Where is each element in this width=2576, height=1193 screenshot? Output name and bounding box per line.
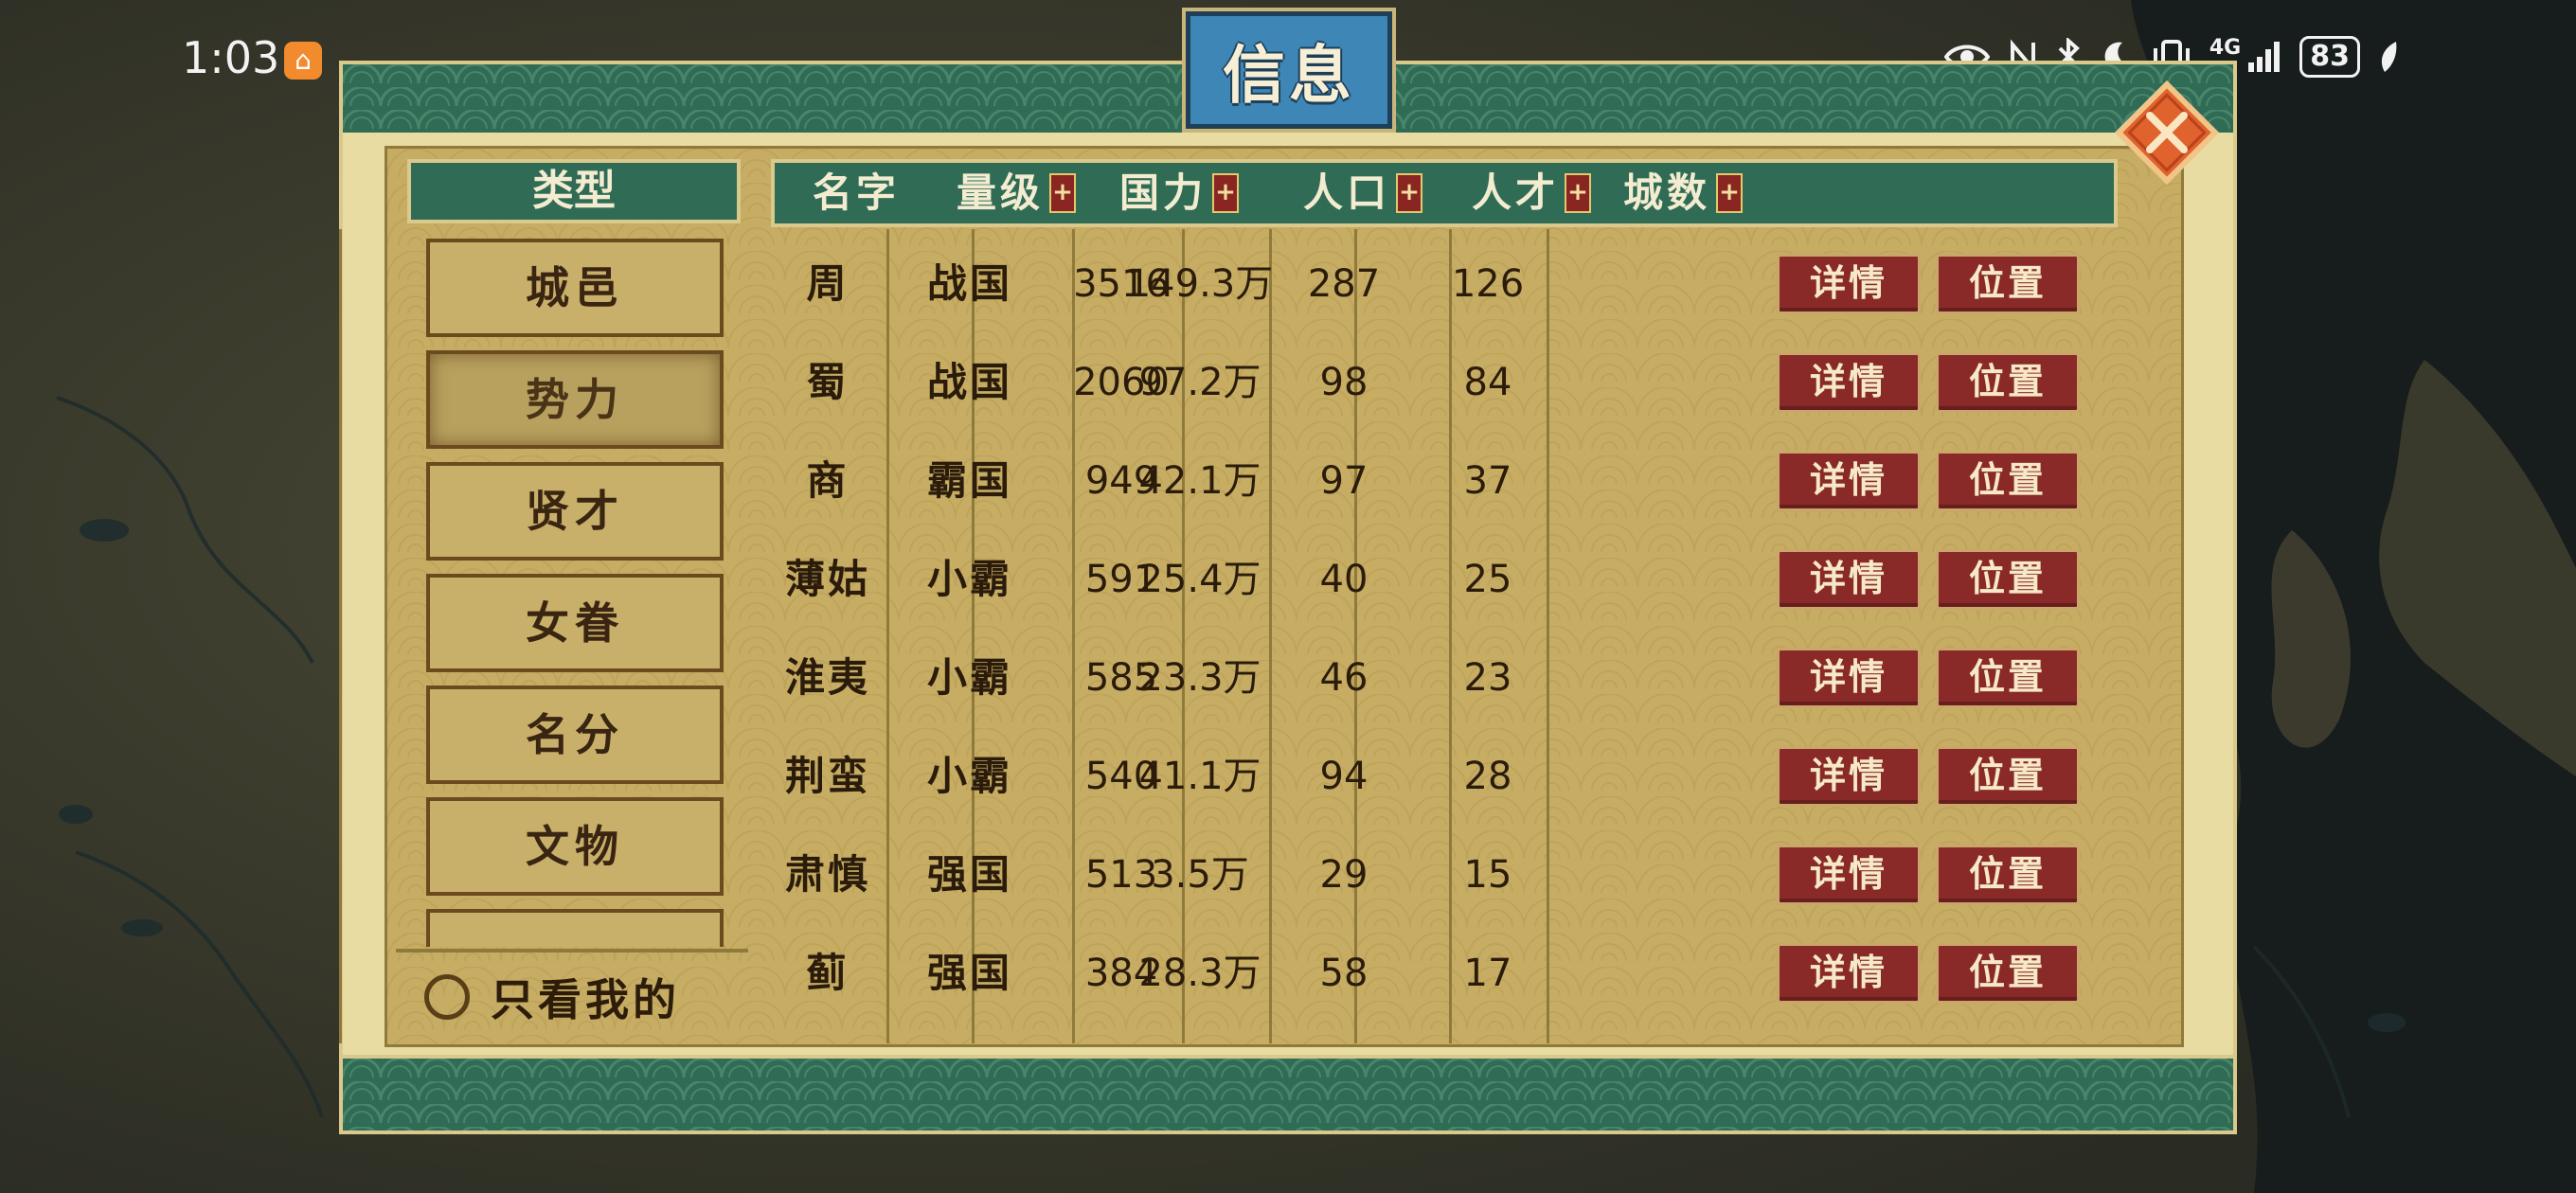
sidebar-item-relics[interactable]: 文物 — [426, 797, 724, 896]
battery-icon: 83 — [2299, 36, 2360, 78]
cell-rank: 战国 — [926, 359, 1012, 405]
cell-cities: 126 — [1451, 262, 1525, 306]
cell-cities: 28 — [1463, 755, 1512, 798]
detail-button[interactable]: 详情 — [1777, 352, 1921, 413]
detail-button[interactable]: 详情 — [1777, 549, 1921, 610]
cell-talent: 97 — [1319, 459, 1368, 503]
locate-button[interactable]: 位置 — [1936, 943, 2080, 1004]
cell-name: 肃慎 — [784, 851, 870, 898]
table-row: 周 战国 3516 149.3万 287 126 详情 位置 — [771, 235, 2118, 333]
sidebar-item-titles[interactable]: 名分 — [426, 686, 724, 784]
cell-cities: 23 — [1463, 656, 1512, 700]
only-mine-radio[interactable] — [424, 974, 470, 1020]
detail-button[interactable]: 详情 — [1777, 451, 1921, 511]
header-cities[interactable]: 城数 + — [1623, 163, 1744, 223]
status-time: 1:03 — [182, 32, 280, 83]
sort-toggle-icon[interactable]: + — [1049, 173, 1077, 213]
cell-rank: 战国 — [926, 260, 1012, 307]
cell-rank: 强国 — [926, 950, 1012, 996]
sidebar-item-women[interactable]: 女眷 — [426, 574, 724, 672]
leaf-icon — [2381, 42, 2397, 72]
cell-name: 周 — [806, 260, 850, 307]
cell-name: 蜀 — [806, 359, 850, 405]
locate-button[interactable]: 位置 — [1936, 648, 2080, 708]
cell-cities: 15 — [1463, 853, 1512, 897]
info-dialog: 信息 类型 城邑 势力 贤才 女眷 名分 文物 只看我的 名字 量级 + 国力 + … — [339, 11, 2237, 1134]
signal-icon — [2248, 42, 2281, 72]
cell-rank: 强国 — [926, 851, 1012, 898]
cell-cities: 25 — [1463, 558, 1512, 601]
cell-talent: 94 — [1319, 755, 1368, 798]
locate-button[interactable]: 位置 — [1936, 746, 2080, 807]
cell-talent: 98 — [1319, 361, 1368, 404]
table-row: 肃慎 强国 513 3.5万 29 15 详情 位置 — [771, 826, 2118, 924]
sidebar-header: 类型 — [407, 159, 741, 223]
cell-name: 荆蛮 — [784, 753, 870, 799]
header-talent[interactable]: 人才 + — [1472, 163, 1592, 223]
home-app-icon: ⌂ — [284, 42, 322, 80]
cell-name: 薄姑 — [784, 556, 870, 602]
cell-talent: 58 — [1319, 952, 1368, 995]
close-icon[interactable] — [2112, 78, 2222, 187]
cell-talent: 46 — [1319, 656, 1368, 700]
detail-button[interactable]: 详情 — [1777, 648, 1921, 708]
locate-button[interactable]: 位置 — [1936, 451, 2080, 511]
dialog-bottom-frame — [339, 1055, 2237, 1134]
locate-button[interactable]: 位置 — [1936, 254, 2080, 314]
cell-rank: 小霸 — [926, 654, 1012, 701]
header-power[interactable]: 国力 + — [1119, 163, 1240, 223]
table-row: 淮夷 小霸 585 23.3万 46 23 详情 位置 — [771, 629, 2118, 727]
cell-name: 蓟 — [806, 950, 850, 996]
sort-toggle-icon[interactable]: + — [1396, 173, 1423, 213]
table-row: 蓟 强国 384 28.3万 58 17 详情 位置 — [771, 924, 2118, 1023]
sidebar-divider — [396, 949, 748, 953]
network-type: 4G — [2209, 36, 2242, 60]
cell-talent: 40 — [1319, 558, 1368, 601]
cell-talent: 29 — [1319, 853, 1368, 897]
detail-button[interactable]: 详情 — [1777, 943, 1921, 1004]
header-population[interactable]: 人口 + — [1303, 163, 1423, 223]
header-name: 名字 — [813, 169, 901, 216]
header-rank[interactable]: 量级 + — [957, 163, 1077, 223]
table-row: 商 霸国 949 42.1万 97 37 详情 位置 — [771, 432, 2118, 530]
cell-talent: 287 — [1307, 262, 1381, 306]
locate-button[interactable]: 位置 — [1936, 845, 2080, 905]
sort-toggle-icon[interactable]: + — [1212, 173, 1240, 213]
sidebar-item-factions[interactable]: 势力 — [426, 350, 724, 449]
table-row: 蜀 战国 2060 97.2万 98 84 详情 位置 — [771, 333, 2118, 432]
detail-button[interactable]: 详情 — [1777, 254, 1921, 314]
locate-button[interactable]: 位置 — [1936, 352, 2080, 413]
cell-name: 淮夷 — [784, 654, 870, 701]
only-mine-label: 只看我的 — [491, 974, 680, 1025]
sort-toggle-icon[interactable]: + — [1716, 173, 1744, 213]
dialog-title: 信息 — [1223, 38, 1355, 112]
cell-rank: 小霸 — [926, 753, 1012, 799]
cell-name: 商 — [806, 457, 850, 504]
cell-rank: 小霸 — [926, 556, 1012, 602]
column-divider — [339, 229, 342, 1043]
cell-cities: 17 — [1463, 952, 1512, 995]
cell-cities: 84 — [1463, 361, 1512, 404]
detail-button[interactable]: 详情 — [1777, 746, 1921, 807]
sidebar-item-cities[interactable]: 城邑 — [426, 239, 724, 337]
sidebar-item-talents[interactable]: 贤才 — [426, 462, 724, 561]
sidebar-item-partial — [426, 909, 724, 947]
locate-button[interactable]: 位置 — [1936, 549, 2080, 610]
cell-cities: 37 — [1463, 459, 1512, 503]
table-row: 荆蛮 小霸 540 41.1万 94 28 详情 位置 — [771, 727, 2118, 826]
cell-rank: 霸国 — [926, 457, 1012, 504]
table-header: 名字 量级 + 国力 + 人口 + 人才 + 城数 + — [771, 159, 2118, 227]
table-row: 薄姑 小霸 591 25.4万 40 25 详情 位置 — [771, 530, 2118, 629]
only-mine-toggle[interactable]: 只看我的 — [424, 966, 680, 1028]
dialog-title-plaque: 信息 — [1186, 11, 1392, 129]
sort-toggle-icon[interactable]: + — [1565, 173, 1592, 213]
detail-button[interactable]: 详情 — [1777, 845, 1921, 905]
